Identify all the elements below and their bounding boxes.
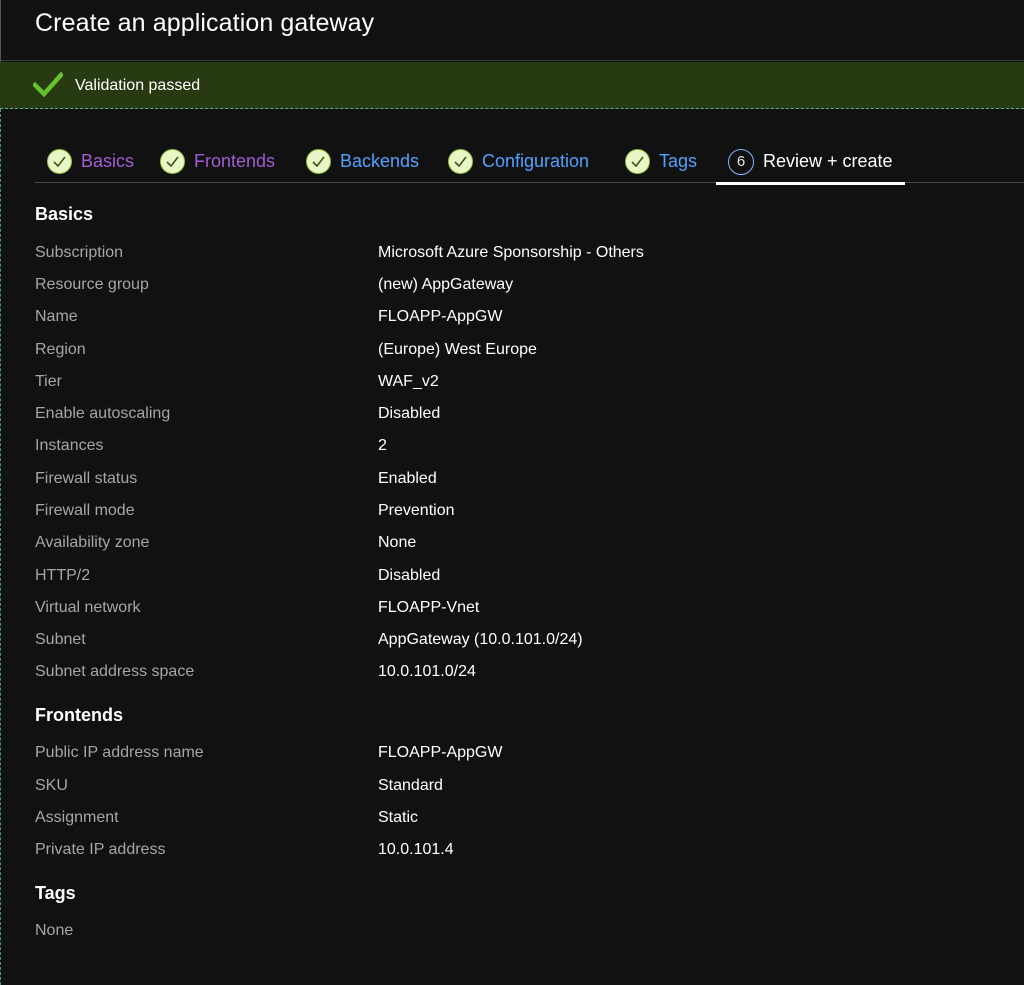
summary-row: Availability zone None bbox=[35, 534, 995, 558]
row-label: Tier bbox=[35, 373, 62, 390]
row-label: Resource group bbox=[35, 276, 149, 293]
row-label: HTTP/2 bbox=[35, 567, 91, 584]
summary-row: Virtual network FLOAPP-Vnet bbox=[35, 599, 995, 623]
checkmark-icon bbox=[33, 72, 63, 98]
check-circle-icon bbox=[47, 149, 72, 174]
step-number: 6 bbox=[728, 148, 754, 175]
row-label: Subnet bbox=[35, 631, 86, 648]
summary-row: Subnet address space 10.0.101.0/24 bbox=[35, 663, 995, 687]
row-value: 10.0.101.4 bbox=[378, 841, 454, 858]
row-value: WAF_v2 bbox=[378, 373, 439, 390]
row-label: Availability zone bbox=[35, 534, 150, 551]
row-label: Assignment bbox=[35, 809, 119, 826]
tab-frontends[interactable]: Frontends bbox=[160, 140, 275, 183]
summary-row: Firewall status Enabled bbox=[35, 470, 995, 494]
summary-row: SKU Standard bbox=[35, 777, 995, 801]
row-value: Microsoft Azure Sponsorship - Others bbox=[378, 244, 644, 261]
tab-basics[interactable]: Basics bbox=[47, 140, 134, 183]
tab-label: Configuration bbox=[482, 151, 590, 171]
row-value: 10.0.101.0/24 bbox=[378, 663, 476, 680]
row-label: Firewall status bbox=[35, 470, 138, 487]
row-label: Region bbox=[35, 341, 86, 358]
row-value: Disabled bbox=[378, 567, 441, 584]
validation-text: Validation passed bbox=[75, 77, 201, 94]
tab-backends[interactable]: Backends bbox=[306, 140, 419, 183]
check-circle-icon bbox=[306, 149, 331, 174]
summary-row: Assignment Static bbox=[35, 809, 995, 833]
tab-label: Tags bbox=[659, 151, 698, 171]
row-value: Prevention bbox=[378, 502, 455, 519]
validation-banner: Validation passed bbox=[0, 62, 1024, 109]
row-value: AppGateway (10.0.101.0/24) bbox=[378, 631, 583, 648]
check-circle-icon bbox=[448, 149, 473, 174]
row-label: Private IP address bbox=[35, 841, 166, 858]
row-value: FLOAPP-AppGW bbox=[378, 308, 503, 325]
row-value: Standard bbox=[378, 777, 443, 794]
row-label: Public IP address name bbox=[35, 744, 204, 761]
summary-row: Region (Europe) West Europe bbox=[35, 341, 995, 365]
row-value: Enabled bbox=[378, 470, 437, 487]
section-title-basics: Basics bbox=[35, 204, 94, 224]
tab-label: Basics bbox=[81, 151, 135, 171]
summary-row: Tier WAF_v2 bbox=[35, 373, 995, 397]
section-title-tags: Tags bbox=[35, 883, 76, 903]
focus-outline bbox=[0, 109, 1, 985]
tab-label: Backends bbox=[340, 151, 420, 171]
summary-row: Subscription Microsoft Azure Sponsorship… bbox=[35, 244, 995, 268]
row-value: (Europe) West Europe bbox=[378, 341, 537, 358]
tab-review-create[interactable]: 6 Review + create bbox=[716, 140, 905, 185]
page-title: Create an application gateway bbox=[35, 9, 375, 37]
summary-row: Firewall mode Prevention bbox=[35, 502, 995, 526]
summary-row: Enable autoscaling Disabled bbox=[35, 405, 995, 429]
summary-row: Public IP address name FLOAPP-AppGW bbox=[35, 744, 995, 768]
row-label: Name bbox=[35, 308, 78, 325]
row-label: Firewall mode bbox=[35, 502, 135, 519]
summary-row: Subnet AppGateway (10.0.101.0/24) bbox=[35, 631, 995, 655]
wizard-tabs: Basics Frontends Backends Configuration … bbox=[35, 140, 1024, 185]
tags-value: None bbox=[35, 922, 74, 939]
tab-label: Review + create bbox=[763, 151, 893, 171]
row-label: Subnet address space bbox=[35, 663, 195, 680]
tab-configuration[interactable]: Configuration bbox=[448, 140, 589, 183]
row-value: None bbox=[378, 534, 417, 551]
check-circle-icon bbox=[160, 149, 185, 174]
row-label: Instances bbox=[35, 437, 104, 454]
summary-row: HTTP/2 Disabled bbox=[35, 567, 995, 591]
summary-row: Instances 2 bbox=[35, 437, 995, 461]
tab-tags[interactable]: Tags bbox=[625, 140, 697, 183]
row-value: Static bbox=[378, 809, 419, 826]
row-value: Disabled bbox=[378, 405, 441, 422]
blade-header: Create an application gateway bbox=[0, 0, 1024, 61]
section-title-frontends: Frontends bbox=[35, 705, 123, 725]
row-value: FLOAPP-Vnet bbox=[378, 599, 480, 616]
row-label: Virtual network bbox=[35, 599, 141, 616]
row-label: SKU bbox=[35, 777, 68, 794]
row-value: 2 bbox=[378, 437, 387, 454]
summary-row: Name FLOAPP-AppGW bbox=[35, 308, 995, 332]
summary-row: Private IP address 10.0.101.4 bbox=[35, 841, 995, 865]
tab-label: Frontends bbox=[194, 151, 276, 171]
row-value: (new) AppGateway bbox=[378, 276, 514, 293]
row-label: Enable autoscaling bbox=[35, 405, 171, 422]
summary-row: Resource group (new) AppGateway bbox=[35, 276, 995, 300]
row-label: Subscription bbox=[35, 244, 124, 261]
check-circle-icon bbox=[625, 149, 650, 174]
row-value: FLOAPP-AppGW bbox=[378, 744, 503, 761]
